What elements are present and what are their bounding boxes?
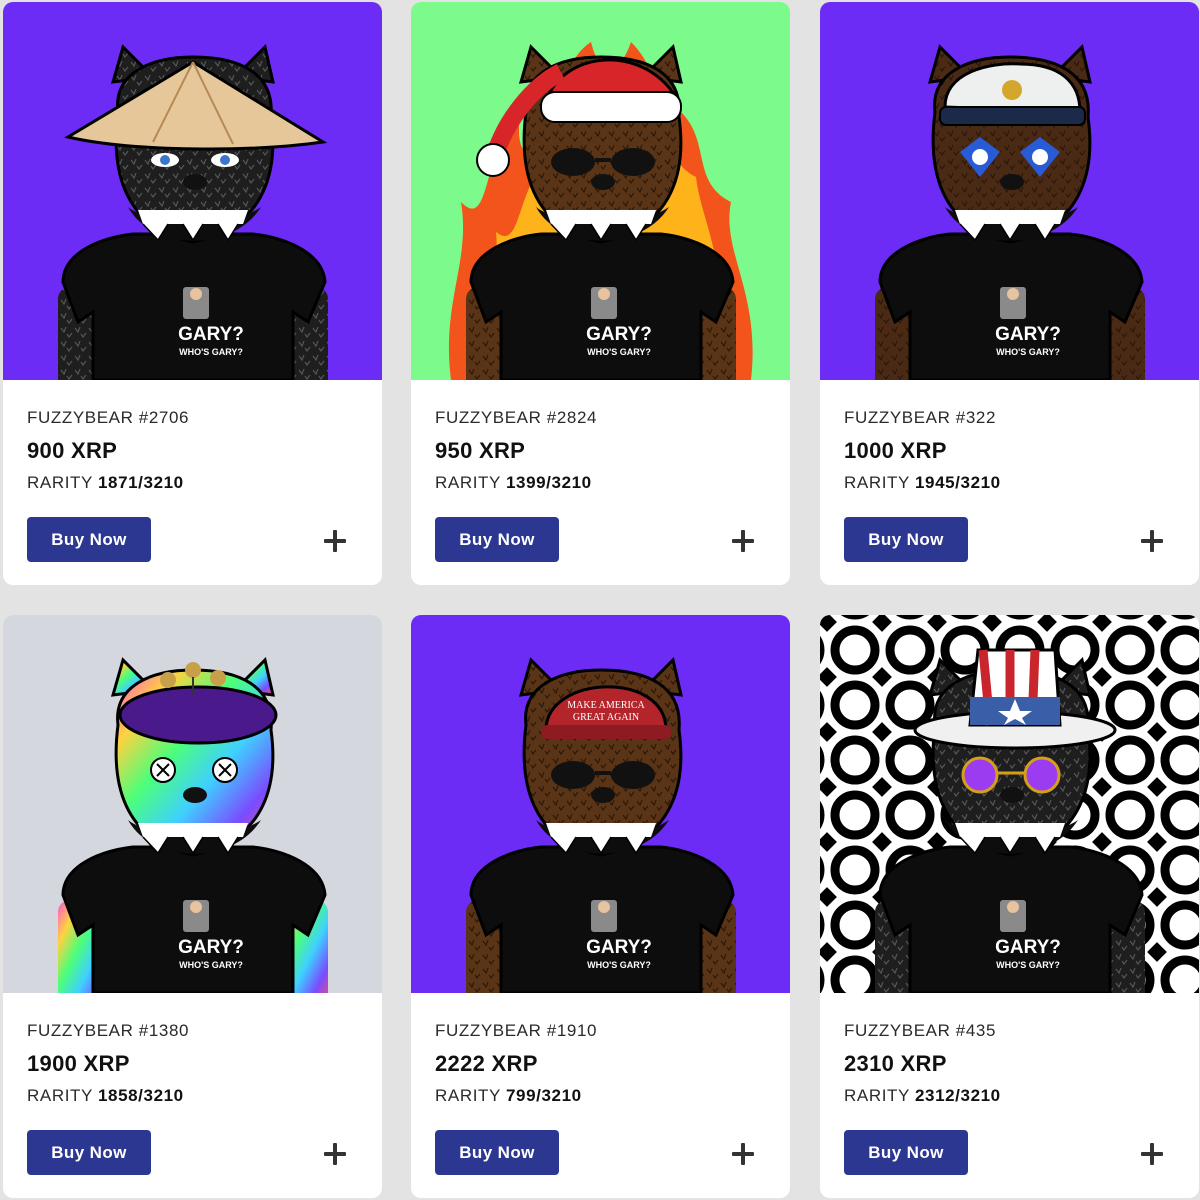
rarity-value: 1945/3210 — [914, 473, 1001, 492]
nft-price: 2310 XRP — [844, 1051, 947, 1076]
rarity-value: 799/3210 — [505, 1086, 582, 1105]
nft-image[interactable]: GARY? WHO'S GARY? — [820, 2, 1199, 380]
cap-text-line2: GREAT AGAIN — [573, 712, 639, 723]
plus-icon[interactable] — [1139, 1141, 1165, 1167]
shirt-text-line2: WHO'S GARY? — [996, 960, 1060, 970]
nft-info: FUZZYBEAR #1910 2222 XRP RARITY 799/3210… — [435, 993, 766, 1198]
nft-name: FUZZYBEAR #435 — [844, 1021, 997, 1040]
shirt-text-line2: WHO'S GARY? — [587, 960, 651, 970]
nft-rarity: RARITY 1945/3210 — [844, 473, 1001, 493]
buy-now-button[interactable]: Buy Now — [435, 517, 559, 562]
shirt-text-line2: WHO'S GARY? — [179, 960, 243, 970]
nft-name: FUZZYBEAR #1910 — [435, 1021, 598, 1040]
nft-card[interactable]: GARY? WHO'S GARY? FUZZYBEAR #1380 1900 X… — [3, 615, 382, 1198]
nft-image[interactable]: GARY? WHO'S GARY? — [820, 615, 1199, 993]
nft-price: 900 XRP — [27, 438, 118, 463]
shirt-text-line1: GARY? — [178, 324, 244, 345]
buy-now-button[interactable]: Buy Now — [27, 517, 151, 562]
nft-rarity: RARITY 2312/3210 — [844, 1086, 1001, 1106]
rarity-label: RARITY — [435, 1086, 501, 1105]
nft-card[interactable]: GARY? WHO'S GARY? FUZZYBEAR #2824 950 XR… — [411, 2, 790, 585]
rarity-value: 1858/3210 — [97, 1086, 184, 1105]
shirt-text-line2: WHO'S GARY? — [587, 347, 651, 357]
buy-now-button[interactable]: Buy Now — [844, 517, 968, 562]
plus-icon[interactable] — [322, 1141, 348, 1167]
nft-name: FUZZYBEAR #1380 — [27, 1021, 190, 1040]
nft-card[interactable]: GARY? WHO'S GARY? FUZZYBEAR #435 2310 XR… — [820, 615, 1199, 1198]
nft-rarity: RARITY 799/3210 — [435, 1086, 582, 1106]
rarity-label: RARITY — [435, 473, 501, 492]
plus-icon[interactable] — [730, 1141, 756, 1167]
shirt-text-line1: GARY? — [995, 324, 1061, 345]
shirt-text-line1: GARY? — [178, 937, 244, 958]
nft-price: 1900 XRP — [27, 1051, 130, 1076]
buy-now-button[interactable]: Buy Now — [27, 1130, 151, 1175]
cap-text-line1: MAKE AMERICA — [567, 700, 645, 711]
nft-image[interactable]: GARY? WHO'S GARY? — [3, 615, 382, 993]
buy-now-button[interactable]: Buy Now — [844, 1130, 968, 1175]
nft-price: 1000 XRP — [844, 438, 947, 463]
nft-image[interactable]: GARY? WHO'S GARY? — [411, 2, 790, 380]
shirt-text-line1: GARY? — [586, 937, 652, 958]
shirt-text-line1: GARY? — [995, 937, 1061, 958]
nft-name: FUZZYBEAR #2706 — [27, 408, 190, 427]
plus-icon[interactable] — [1139, 528, 1165, 554]
rarity-value: 1871/3210 — [97, 473, 184, 492]
rarity-value: 2312/3210 — [914, 1086, 1001, 1105]
shirt-text-line2: WHO'S GARY? — [179, 347, 243, 357]
nft-info: FUZZYBEAR #322 1000 XRP RARITY 1945/3210… — [844, 380, 1175, 585]
rarity-value: 1399/3210 — [505, 473, 592, 492]
nft-rarity: RARITY 1858/3210 — [27, 1086, 184, 1106]
nft-name: FUZZYBEAR #322 — [844, 408, 997, 427]
nft-image[interactable]: GARY? WHO'S GARY? MAKE AMERICA GREAT AGA… — [411, 615, 790, 993]
rarity-label: RARITY — [844, 473, 910, 492]
nft-info: FUZZYBEAR #2824 950 XRP RARITY 1399/3210… — [435, 380, 766, 585]
nft-price: 2222 XRP — [435, 1051, 538, 1076]
nft-card[interactable]: GARY? WHO'S GARY? FUZZYBEAR #322 1000 XR… — [820, 2, 1199, 585]
nft-name: FUZZYBEAR #2824 — [435, 408, 598, 427]
rarity-label: RARITY — [27, 1086, 93, 1105]
plus-icon[interactable] — [730, 528, 756, 554]
plus-icon[interactable] — [322, 528, 348, 554]
nft-rarity: RARITY 1399/3210 — [435, 473, 592, 493]
nft-card[interactable]: GARY? WHO'S GARY? FUZZYBEAR #2706 900 XR… — [3, 2, 382, 585]
nft-rarity: RARITY 1871/3210 — [27, 473, 184, 493]
shirt-text-line1: GARY? — [586, 324, 652, 345]
rarity-label: RARITY — [844, 1086, 910, 1105]
nft-image[interactable]: GARY? WHO'S GARY? — [3, 2, 382, 380]
nft-grid: GARY? WHO'S GARY? FUZZYBEAR #2706 900 XR… — [0, 0, 1200, 1200]
rarity-label: RARITY — [27, 473, 93, 492]
shirt-text-line2: WHO'S GARY? — [996, 347, 1060, 357]
nft-price: 950 XRP — [435, 438, 526, 463]
nft-info: FUZZYBEAR #2706 900 XRP RARITY 1871/3210… — [27, 380, 358, 585]
buy-now-button[interactable]: Buy Now — [435, 1130, 559, 1175]
nft-info: FUZZYBEAR #435 2310 XRP RARITY 2312/3210… — [844, 993, 1175, 1198]
nft-card[interactable]: GARY? WHO'S GARY? MAKE AMERICA GREAT AGA… — [411, 615, 790, 1198]
nft-info: FUZZYBEAR #1380 1900 XRP RARITY 1858/321… — [27, 993, 358, 1198]
